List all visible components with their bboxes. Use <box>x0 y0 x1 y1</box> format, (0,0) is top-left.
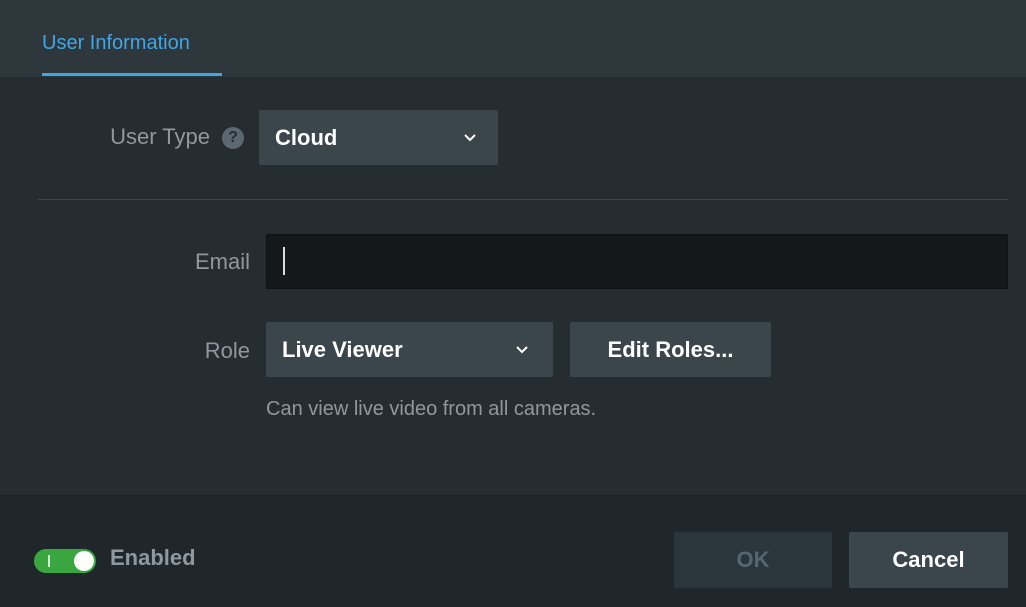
footer-divider <box>0 495 1026 496</box>
tab-user-information[interactable]: User Information <box>42 0 190 77</box>
chevron-down-icon <box>516 346 528 354</box>
user-type-label: User Type <box>110 124 210 149</box>
ok-button[interactable]: OK <box>674 532 832 588</box>
text-cursor <box>283 247 285 275</box>
user-type-value: Cloud <box>275 125 338 150</box>
email-label: Email <box>194 249 250 274</box>
role-value: Live Viewer <box>282 337 403 362</box>
role-description: Can view live video from all cameras. <box>266 398 597 420</box>
cancel-button[interactable]: Cancel <box>849 532 1008 588</box>
enabled-toggle[interactable] <box>34 549 96 573</box>
tab-bar: User Information <box>0 0 1026 77</box>
enabled-label: Enabled <box>110 545 196 570</box>
active-tab-indicator <box>42 73 222 76</box>
email-field[interactable] <box>266 234 1008 289</box>
role-label: Role <box>204 338 250 363</box>
chevron-down-icon <box>464 134 476 142</box>
toggle-knob <box>74 551 94 571</box>
user-dialog: User Information User Type ? Cloud Email… <box>0 0 1026 607</box>
role-select[interactable]: Live Viewer <box>266 322 553 377</box>
user-type-select[interactable]: Cloud <box>259 110 498 165</box>
section-divider <box>38 199 1008 200</box>
help-icon[interactable]: ? <box>222 127 244 149</box>
edit-roles-button[interactable]: Edit Roles... <box>570 322 771 377</box>
toggle-on-icon <box>48 555 50 567</box>
